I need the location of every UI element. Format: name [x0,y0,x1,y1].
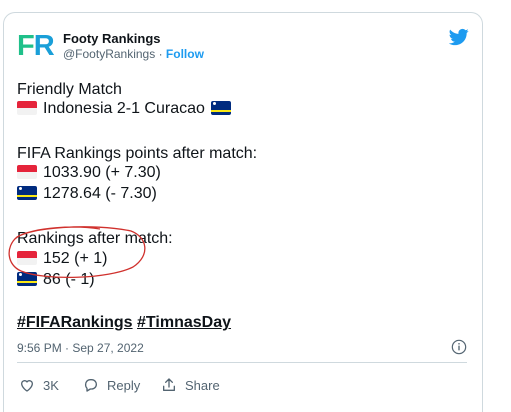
author-handle-line: @FootyRankings · Follow [63,47,204,62]
tweet-timestamp[interactable]: 9:56 PM · Sep 27, 2022 [17,341,144,355]
author-handle[interactable]: @FootyRankings [63,47,155,61]
indonesia-flag-icon [17,101,37,115]
indonesia-points: 1033.90 (+ 7.30) [43,164,161,181]
match-teams: Indonesia 2-1 Curacao [43,100,205,117]
twitter-bird-icon[interactable] [449,27,469,47]
like-count: 3K [43,377,59,393]
tweet-line-match-result: Indonesia 2-1 Curacao [17,99,231,118]
author-name[interactable]: Footy Rankings [63,31,161,47]
rank-heading: Rankings after match: [17,230,173,247]
logo-letter-f: F [17,30,35,62]
reply-icon [84,379,97,392]
share-button[interactable]: Share [161,377,220,393]
curacao-points-line: 1278.64 (- 7.30) [17,184,157,203]
like-button[interactable]: 3K [19,377,59,393]
curacao-points: 1278.64 (- 7.30) [43,185,157,202]
follow-button[interactable]: Follow [166,47,204,61]
reply-label: Reply [107,377,141,393]
hashtag-fifarankings[interactable]: #FIFARankings [17,314,133,331]
reply-button[interactable]: Reply [83,377,140,393]
indonesia-rank: 152 (+ 1) [43,250,108,267]
curacao-rank-line: 86 (- 1) [17,270,95,289]
curacao-rank: 86 (- 1) [43,271,95,288]
author-avatar[interactable]: FR [17,30,55,62]
action-divider [17,362,467,363]
curacao-flag-icon [17,186,37,200]
tweet-line-friendly-match: Friendly Match [17,81,122,98]
points-heading: FIFA Rankings points after match: [17,145,258,162]
curacao-flag-icon [17,272,37,286]
share-icon [163,378,175,391]
indonesia-flag-icon [17,165,37,179]
info-icon[interactable] [451,339,467,355]
indonesia-rank-line: 152 (+ 1) [17,249,107,268]
curacao-flag-icon [210,101,231,115]
handle-separator: · [155,47,166,61]
heart-icon [20,380,34,392]
indonesia-points-line: 1033.90 (+ 7.30) [17,163,161,182]
hashtags: #FIFARankings #TimnasDay [17,314,231,332]
share-label: Share [185,377,220,393]
logo-letter-r: R [33,30,55,62]
indonesia-flag-icon [17,251,37,265]
hashtag-timnasday[interactable]: #TimnasDay [137,314,231,331]
